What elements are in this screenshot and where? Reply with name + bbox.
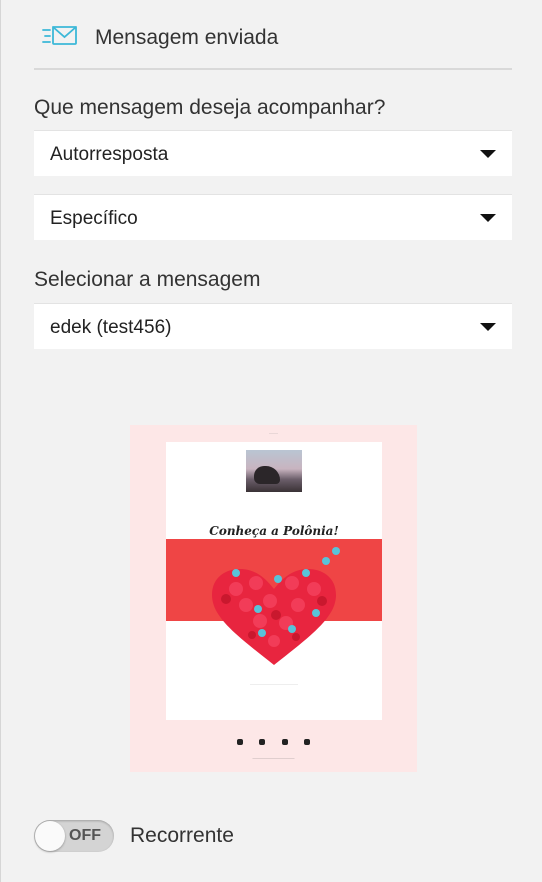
preview-headline: Conheça a Polônia! [209, 524, 339, 538]
youtube-icon [304, 739, 311, 745]
panel-left-border [0, 0, 1, 882]
header-title: Mensagem enviada [95, 26, 279, 49]
chevron-down-icon [480, 214, 496, 222]
heart-illustration [166, 539, 382, 689]
chevron-down-icon [480, 150, 496, 158]
message-select[interactable]: edek (test456) [34, 303, 512, 349]
preview-footer-links: —————————————— [252, 756, 295, 760]
preview-header-photo [246, 450, 302, 492]
preview-social-icons [130, 732, 417, 745]
follow-message-label: Que mensagem deseja acompanhar? [34, 96, 386, 119]
preview-email-card: Conheça a Polônia! [166, 442, 382, 720]
scope-value: Específico [50, 208, 138, 229]
chevron-down-icon [480, 323, 496, 331]
toggle-knob [35, 821, 65, 851]
message-type-select[interactable]: Autorresposta [34, 130, 512, 176]
section-header: Mensagem enviada [34, 20, 512, 70]
recurring-toggle[interactable]: OFF [34, 820, 114, 852]
recurring-label: Recorrente [130, 824, 234, 847]
message-select-value: edek (test456) [50, 317, 172, 338]
envelope-sent-icon [42, 24, 78, 48]
scope-select[interactable]: Específico [34, 194, 512, 240]
select-message-label: Selecionar a mensagem [34, 268, 261, 291]
twitter-icon [259, 739, 266, 745]
facebook-icon [236, 739, 243, 745]
instagram-icon [281, 739, 288, 745]
email-preview[interactable]: ——— Conheça a Polônia! —————————————— [130, 425, 417, 772]
message-type-value: Autorresposta [50, 144, 169, 165]
preview-footer-line [250, 684, 298, 685]
preview-top-link: ——— [269, 431, 278, 435]
toggle-state: OFF [69, 827, 101, 844]
